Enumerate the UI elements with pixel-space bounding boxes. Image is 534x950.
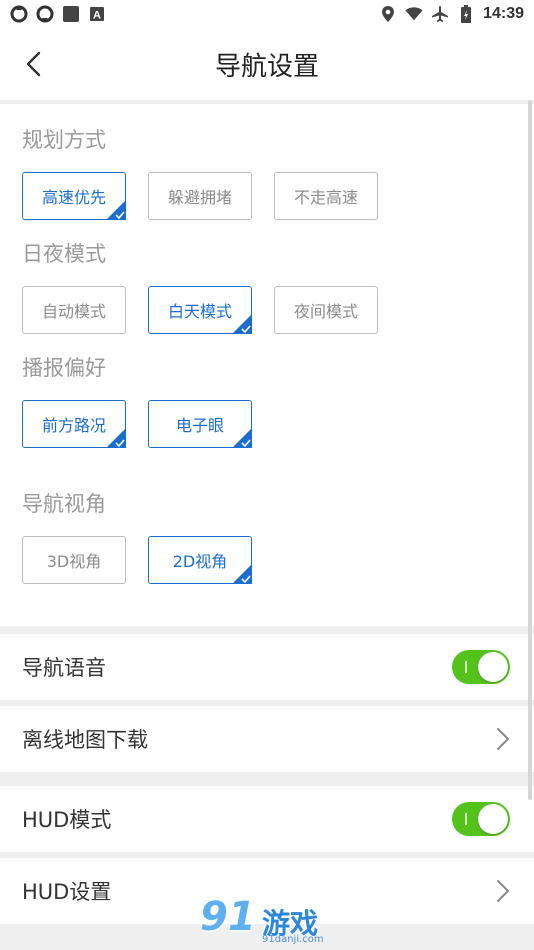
watermark-url: 91danji.com <box>262 934 324 945</box>
checkmark-icon <box>232 564 252 584</box>
row-label-hud-settings: HUD设置 <box>22 880 112 904</box>
option-highway-first[interactable]: 高速优先 <box>22 172 126 220</box>
chevron-left-icon <box>26 51 41 77</box>
option-speed-camera[interactable]: 电子眼 <box>148 400 252 448</box>
checkmark-icon <box>106 428 126 448</box>
back-button[interactable] <box>20 50 48 78</box>
option-day-mode[interactable]: 白天模式 <box>148 286 252 334</box>
row-hud-mode[interactable]: HUD模式 <box>0 786 534 852</box>
status-time: 14:39 <box>483 5 524 22</box>
navigation-preferences: 规划方式 高速优先 躲避拥堵 不走高速 日夜模式 自动模式 白天模式 夜间模式 … <box>0 104 534 626</box>
navigation-voice-toggle[interactable] <box>452 650 510 684</box>
checkmark-icon <box>232 428 252 448</box>
option-avoid-congestion[interactable]: 躲避拥堵 <box>148 172 252 220</box>
section-title-day-night: 日夜模式 <box>22 242 106 266</box>
sync-icon <box>10 5 28 23</box>
option-night-mode[interactable]: 夜间模式 <box>274 286 378 334</box>
option-avoid-highway[interactable]: 不走高速 <box>274 172 378 220</box>
route-options: 高速优先 躲避拥堵 不走高速 <box>22 172 534 220</box>
watermark-logo: 91 游戏 91danji.com <box>196 894 342 950</box>
checkmark-icon <box>106 200 126 220</box>
section-title-route: 规划方式 <box>22 128 106 152</box>
airplane-icon <box>431 5 449 23</box>
scrollbar[interactable] <box>528 100 532 800</box>
page-title: 导航设置 <box>214 51 319 82</box>
row-label-offline-map: 离线地图下载 <box>22 728 148 752</box>
option-3d-view[interactable]: 3D视角 <box>22 536 126 584</box>
battery-icon <box>457 5 475 23</box>
a-badge-icon: A <box>88 5 106 23</box>
option-auto-mode[interactable]: 自动模式 <box>22 286 126 334</box>
watermark-number: 91 <box>200 894 256 940</box>
app-bar: 导航设置 <box>0 28 534 100</box>
chevron-right-icon <box>497 880 509 902</box>
row-label-hud-mode: HUD模式 <box>22 808 112 832</box>
view-options: 3D视角 2D视角 <box>22 536 534 584</box>
wifi-icon <box>405 5 423 23</box>
option-traffic-ahead[interactable]: 前方路况 <box>22 400 126 448</box>
row-label-navigation-voice: 导航语音 <box>22 656 106 680</box>
broadcast-options: 前方路况 电子眼 <box>22 400 534 448</box>
svg-text:A: A <box>93 10 101 22</box>
section-title-view: 导航视角 <box>22 492 106 516</box>
row-offline-map-download[interactable]: 离线地图下载 <box>0 706 534 772</box>
hud-mode-toggle[interactable] <box>452 802 510 836</box>
option-2d-view[interactable]: 2D视角 <box>148 536 252 584</box>
square-icon <box>62 5 80 23</box>
chevron-right-icon <box>497 728 509 750</box>
section-title-broadcast: 播报偏好 <box>22 356 106 380</box>
sync-icon <box>36 5 54 23</box>
checkmark-icon <box>232 314 252 334</box>
row-navigation-voice[interactable]: 导航语音 <box>0 634 534 700</box>
day-night-options: 自动模式 白天模式 夜间模式 <box>22 286 534 334</box>
location-icon <box>379 5 397 23</box>
status-bar: A 14:39 <box>0 0 534 28</box>
